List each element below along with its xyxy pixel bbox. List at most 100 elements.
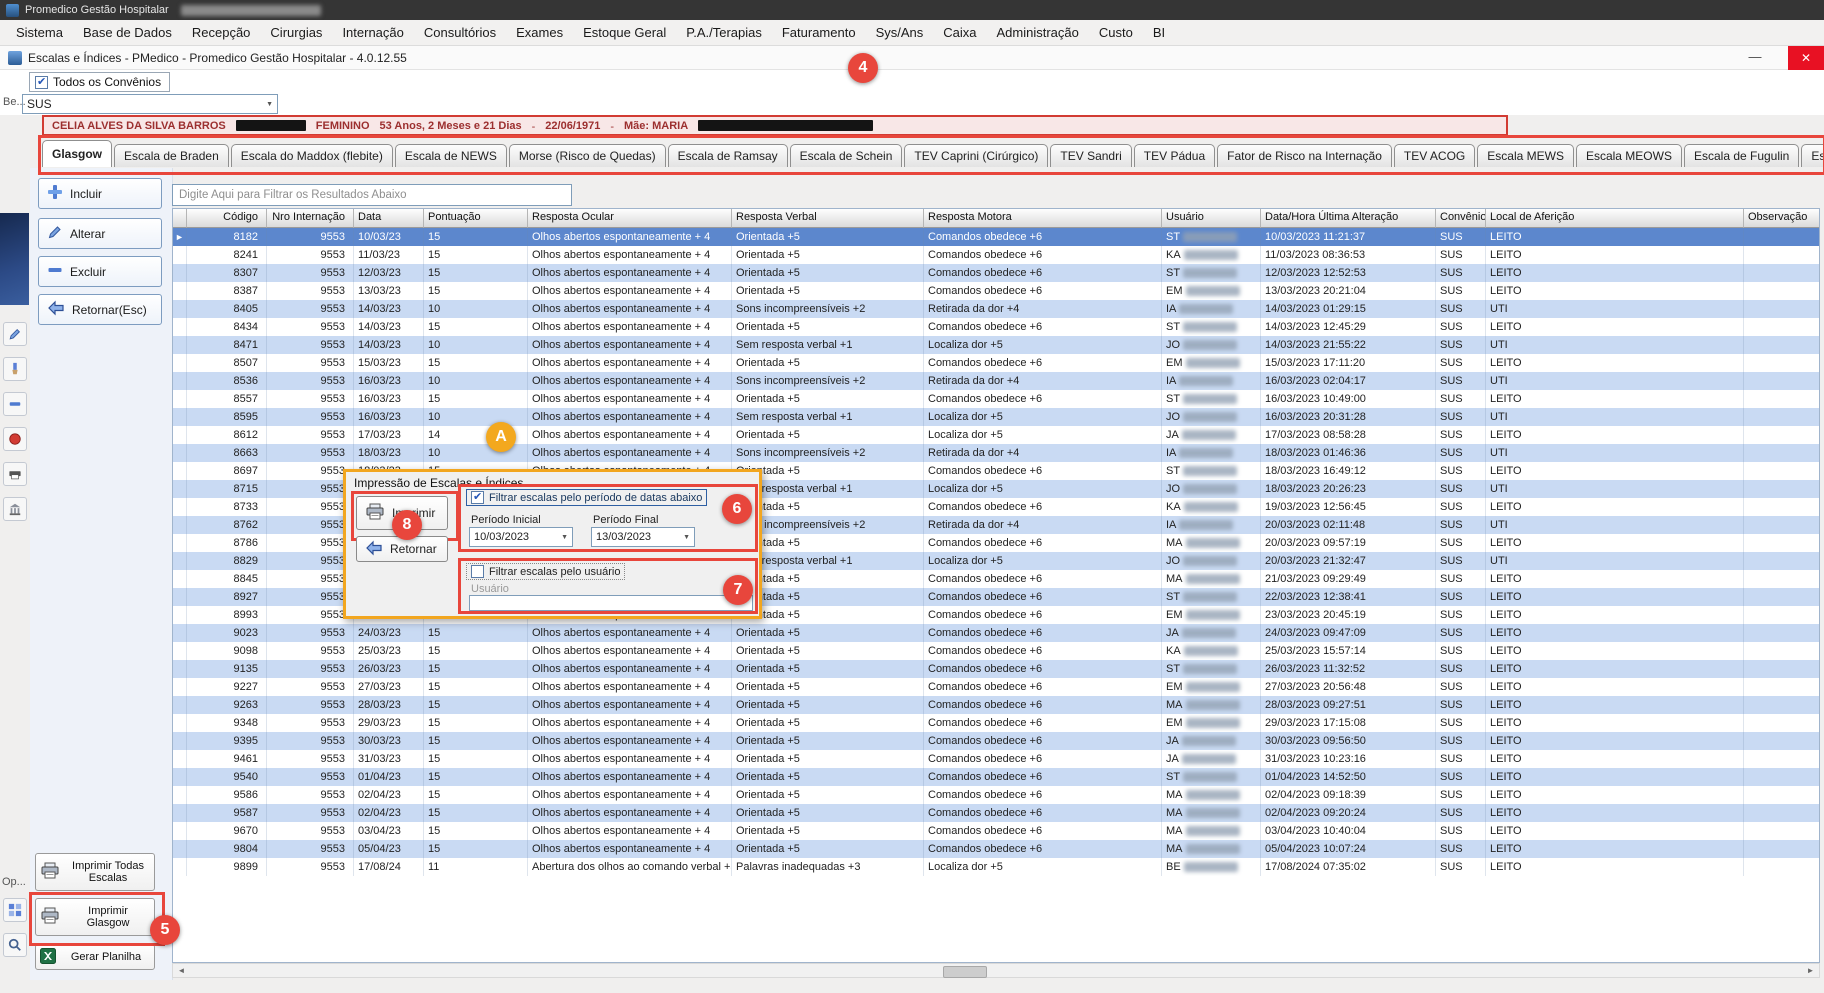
table-row[interactable]: 8507955315/03/2315Olhos abertos espontan… [173,354,1819,372]
dialog-return-button[interactable]: Retornar [356,536,448,562]
table-row[interactable]: 8241955311/03/2315Olhos abertos espontan… [173,246,1819,264]
minimize-button[interactable]: — [1738,46,1772,70]
menu-item-estoque-geral[interactable]: Estoque Geral [573,20,676,46]
table-row[interactable]: 8612955317/03/2314Olhos abertos espontan… [173,426,1819,444]
column-header-pontua-o[interactable]: Pontuação [424,209,528,228]
menu-item-recep-o[interactable]: Recepção [182,20,261,46]
menu-item-administra-o[interactable]: Administração [987,20,1089,46]
table-row[interactable]: 9263955328/03/2315Olhos abertos espontan… [173,696,1819,714]
table-row[interactable]: 9395955330/03/2315Olhos abertos espontan… [173,732,1819,750]
column-header-c-digo[interactable]: Código [187,209,267,228]
print-all-scales-button[interactable]: Imprimir TodasEscalas [35,853,155,891]
period-start-select[interactable]: 10/03/2023 [469,527,573,547]
menu-item-base-de-dados[interactable]: Base de Dados [73,20,182,46]
menu-item-sistema[interactable]: Sistema [6,20,73,46]
table-row[interactable]: 9227955327/03/2315Olhos abertos espontan… [173,678,1819,696]
table-row[interactable]: 8536955316/03/2310Olhos abertos espontan… [173,372,1819,390]
tab-tev-p-dua[interactable]: TEV Pádua [1134,144,1215,167]
results-filter-input[interactable] [172,184,572,206]
table-row[interactable]: 8307955312/03/2315Olhos abertos espontan… [173,264,1819,282]
column-header-usu-rio[interactable]: Usuário [1162,209,1261,228]
table-row[interactable]: 9135955326/03/2315Olhos abertos espontan… [173,660,1819,678]
convenio-select[interactable]: SUS [22,94,278,114]
menu-item-exames[interactable]: Exames [506,20,573,46]
print-small-icon[interactable] [3,462,27,486]
tab-escala-de-rass[interactable]: Escala de RASS [1801,144,1824,167]
all-convenios-checkbox-group[interactable]: Todos os Convênios [29,72,170,92]
tab-escala-de-schein[interactable]: Escala de Schein [790,144,903,167]
table-row[interactable]: 9348955329/03/2315Olhos abertos espontan… [173,714,1819,732]
menu-item-cirurgias[interactable]: Cirurgias [260,20,332,46]
table-row[interactable]: 9023955324/03/2315Olhos abertos espontan… [173,624,1819,642]
delete-button[interactable]: Excluir [38,256,162,287]
minus-icon[interactable] [3,392,27,416]
tab-escala-meows[interactable]: Escala MEOWS [1576,144,1682,167]
table-row[interactable]: 8595955316/03/2310Olhos abertos espontan… [173,408,1819,426]
column-header-indicator[interactable] [173,209,187,228]
table-row[interactable]: 8471955314/03/2310Olhos abertos espontan… [173,336,1819,354]
tab-tev-sandri[interactable]: TEV Sandri [1050,144,1131,167]
table-row[interactable]: 9587955302/04/2315Olhos abertos espontan… [173,804,1819,822]
collapsed-panel-tab-top[interactable]: Be... [3,96,26,108]
tab-escala-de-braden[interactable]: Escala de Braden [114,144,229,167]
tab-escala-de-news[interactable]: Escala de NEWS [395,144,507,167]
menu-item-caixa[interactable]: Caixa [933,20,986,46]
column-header-data-hora-ltima-altera-o[interactable]: Data/Hora Última Alteração [1261,209,1436,228]
menu-item-interna-o[interactable]: Internação [332,20,413,46]
table-row[interactable]: 8405955314/03/2310Olhos abertos espontan… [173,300,1819,318]
include-button[interactable]: Incluir [38,178,162,209]
table-row[interactable]: ►8182955310/03/2315Olhos abertos esponta… [173,228,1819,246]
return-button[interactable]: Retornar(Esc) [38,294,162,325]
column-header-resposta-verbal[interactable]: Resposta Verbal [732,209,924,228]
scroll-right-arrow-icon[interactable]: ► [1803,965,1818,976]
column-header-local-de-aferi-o[interactable]: Local de Aferição [1486,209,1744,228]
scroll-left-arrow-icon[interactable]: ◄ [174,965,189,976]
tab-morse-risco-de-quedas[interactable]: Morse (Risco de Quedas) [509,144,666,167]
grid-icon[interactable] [3,898,27,922]
column-header-conv-nio[interactable]: Convênio [1436,209,1486,228]
bank-icon[interactable] [3,497,27,521]
record-icon[interactable] [3,427,27,451]
column-header-resposta-ocular[interactable]: Resposta Ocular [528,209,732,228]
tab-fator-de-risco-na-interna-o[interactable]: Fator de Risco na Internação [1217,144,1392,167]
period-end-select[interactable]: 13/03/2023 [591,527,695,547]
user-input[interactable] [469,595,753,611]
scrollbar-thumb[interactable] [943,966,987,978]
menu-item-faturamento[interactable]: Faturamento [772,20,866,46]
table-row[interactable]: 9540955301/04/2315Olhos abertos espontan… [173,768,1819,786]
table-row[interactable]: 8434955314/03/2315Olhos abertos espontan… [173,318,1819,336]
horizontal-scrollbar[interactable]: ◄ ► [172,963,1820,978]
pencil-icon[interactable] [3,322,27,346]
user-filter-checkbox[interactable] [471,565,484,578]
tab-glasgow[interactable]: Glasgow [42,140,112,167]
table-row[interactable]: 9098955325/03/2315Olhos abertos espontan… [173,642,1819,660]
tab-tev-caprini-cir-rgico[interactable]: TEV Caprini (Cirúrgico) [904,144,1048,167]
menu-item-bi[interactable]: BI [1143,20,1175,46]
table-row[interactable]: 9899955317/08/2411Abertura dos olhos ao … [173,858,1819,876]
period-filter-checkbox[interactable] [471,491,484,504]
table-row[interactable]: 9461955331/03/2315Olhos abertos espontan… [173,750,1819,768]
all-convenios-checkbox[interactable] [35,76,48,89]
user-filter-caption[interactable]: Filtrar escalas pelo usuário [466,563,625,580]
table-row[interactable]: 8387955313/03/2315Olhos abertos espontan… [173,282,1819,300]
search-icon[interactable] [3,933,27,957]
table-row[interactable]: 9804955305/04/2315Olhos abertos espontan… [173,840,1819,858]
table-row[interactable]: 9586955302/04/2315Olhos abertos espontan… [173,786,1819,804]
column-header-data[interactable]: Data [354,209,424,228]
table-row[interactable]: 8557955316/03/2315Olhos abertos espontan… [173,390,1819,408]
close-button[interactable]: ✕ [1788,46,1824,70]
print-glasgow-button[interactable]: ImprimirGlasgow [35,898,155,936]
alter-button[interactable]: Alterar [38,218,162,249]
collapsed-panel-tab-bottom[interactable]: Op... [2,876,26,888]
brush-icon[interactable] [3,357,27,381]
table-row[interactable]: 8663955318/03/2310Olhos abertos espontan… [173,444,1819,462]
menu-item-custo[interactable]: Custo [1089,20,1143,46]
table-row[interactable]: 9670955303/04/2315Olhos abertos espontan… [173,822,1819,840]
menu-item-sys-ans[interactable]: Sys/Ans [866,20,934,46]
menu-item-consult-rios[interactable]: Consultórios [414,20,506,46]
generate-spreadsheet-button[interactable]: Gerar Planilha [35,944,155,970]
column-header-resposta-motora[interactable]: Resposta Motora [924,209,1162,228]
column-header-observa-o[interactable]: Observação [1744,209,1819,228]
column-header-nro-interna-o[interactable]: Nro Internação [267,209,354,228]
menu-item-p-a-terapias[interactable]: P.A./Terapias [676,20,772,46]
